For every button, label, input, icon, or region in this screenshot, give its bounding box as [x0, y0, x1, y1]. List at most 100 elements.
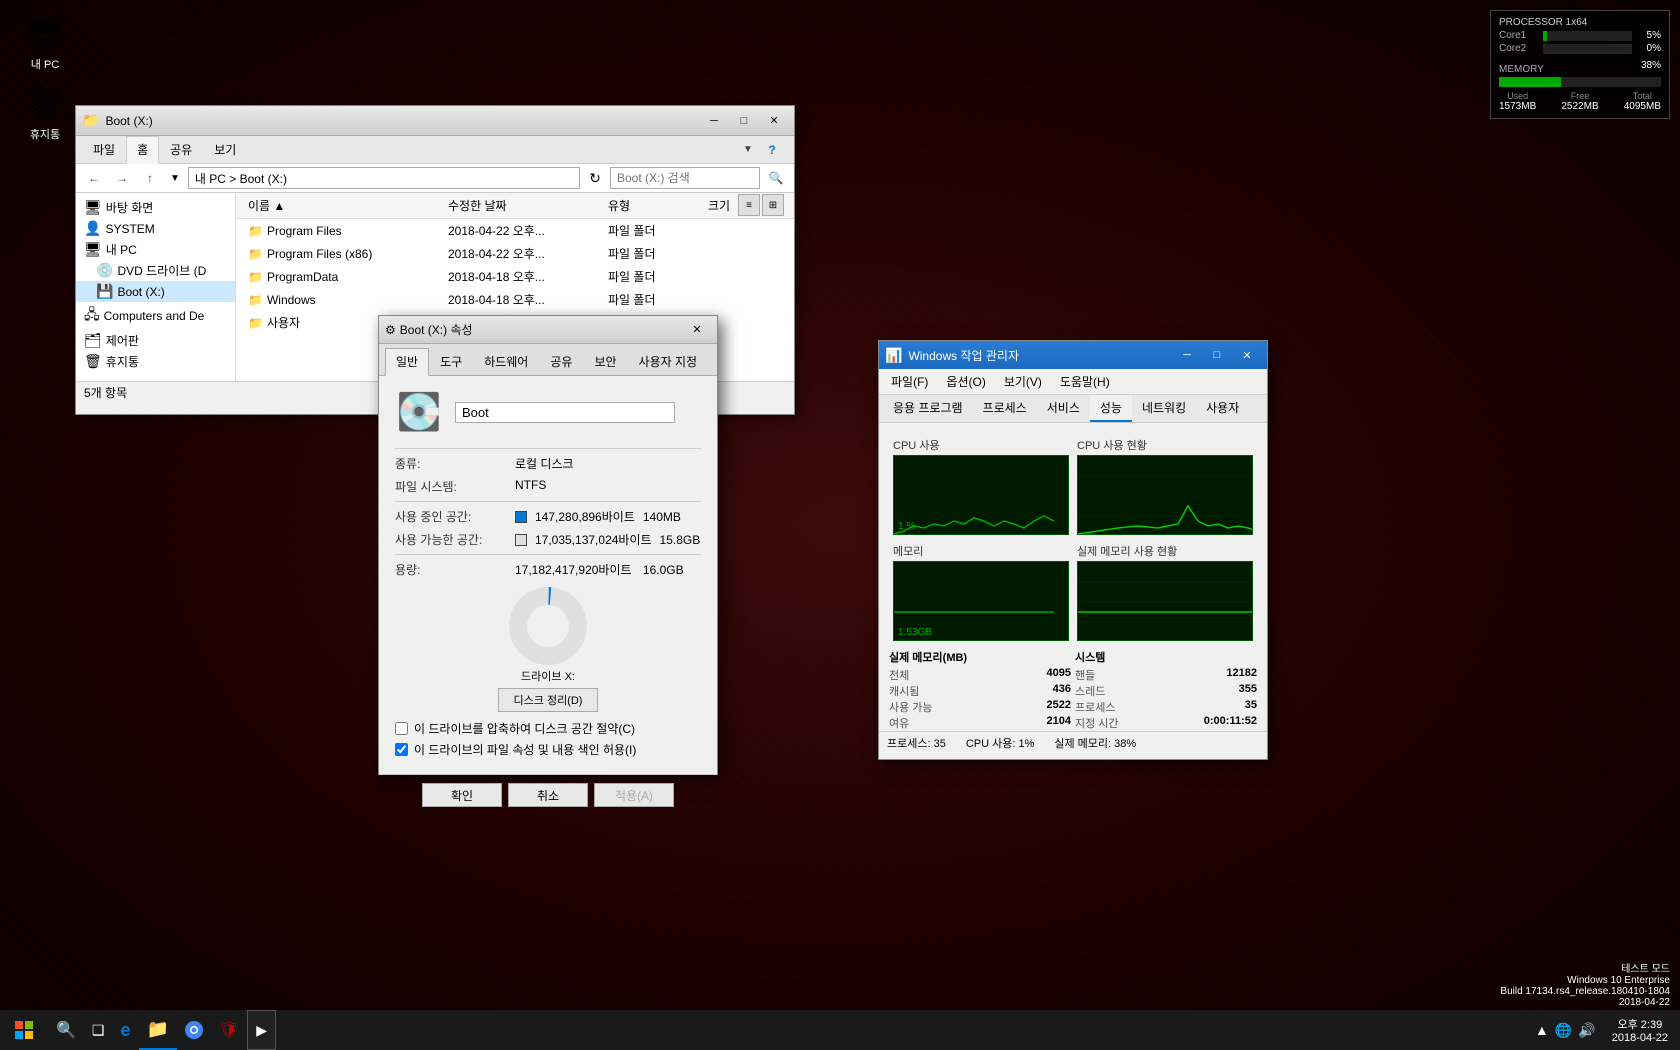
- help-btn[interactable]: ?: [760, 139, 784, 161]
- this-pc-icon: 🖥: [25, 14, 65, 54]
- prop-close-btn[interactable]: ✕: [683, 320, 711, 340]
- tab-apps[interactable]: 응용 프로그램: [883, 395, 973, 422]
- avail-row: 사용 가능 2522: [889, 699, 1071, 715]
- col-type: 유형: [604, 195, 704, 216]
- prop-tab-security[interactable]: 보안: [583, 348, 627, 375]
- prop-tab-hardware[interactable]: 하드웨어: [473, 348, 539, 375]
- proc-row: 프로세스 35: [1075, 699, 1257, 715]
- menu-options[interactable]: 옵션(O): [940, 371, 991, 392]
- avail-val: 2522: [1047, 699, 1071, 715]
- tab-home[interactable]: 홈: [126, 136, 159, 164]
- antivirus-taskbar[interactable]: 🛡: [211, 1010, 247, 1050]
- explorer-title-icon: 📁: [82, 112, 99, 129]
- search-input[interactable]: [610, 167, 760, 189]
- tab-services[interactable]: 서비스: [1037, 395, 1090, 422]
- sidebar-item-dvd[interactable]: 💿 DVD 드라이브 (D: [76, 260, 235, 281]
- up-btn[interactable]: ↑: [138, 167, 162, 189]
- sidebar-item-computers[interactable]: 🖧 Computers and De: [76, 302, 235, 330]
- fs-value: NTFS: [515, 478, 546, 492]
- perf-overlay: PROCESSOR 1x64 Core1 5% Core2 0% MEMORY …: [1490, 10, 1670, 119]
- capacity-bytes: 17,182,417,920바이트: [515, 563, 632, 577]
- compress-checkbox[interactable]: [395, 722, 408, 735]
- sidebar-item-system[interactable]: 👤 SYSTEM: [76, 218, 235, 239]
- file-row-programdata[interactable]: 📁ProgramData 2018-04-18 오후... 파일 폴더: [236, 265, 794, 288]
- prop-tab-share[interactable]: 공유: [539, 348, 583, 375]
- refresh-btn[interactable]: ↻: [584, 167, 606, 189]
- sidebar-item-this-pc[interactable]: 🖥 내 PC: [76, 239, 235, 260]
- ribbon-expand-btn[interactable]: ▼: [736, 139, 760, 161]
- sidebar-item-control[interactable]: 🗂 제어판: [76, 330, 235, 351]
- start-button[interactable]: [0, 1010, 48, 1050]
- col-date: 수정한 날짜: [444, 195, 604, 216]
- used-human: 140MB: [643, 510, 681, 524]
- prop-tab-tools[interactable]: 도구: [429, 348, 473, 375]
- taskman-icon: 📊: [885, 347, 902, 364]
- menu-file[interactable]: 파일(F): [885, 371, 934, 392]
- index-checkbox-row: 이 드라이브의 파일 속성 및 내용 색인 허용(I): [395, 741, 701, 758]
- drive-name-input[interactable]: [455, 402, 675, 423]
- sidebar-item-desktop[interactable]: 🖥 바탕 화면: [76, 197, 235, 218]
- sidebar-item-boot[interactable]: 💾 Boot (X:): [76, 281, 235, 302]
- taskman-close-btn[interactable]: ✕: [1233, 345, 1261, 365]
- index-checkbox[interactable]: [395, 743, 408, 756]
- taskview-btn[interactable]: ❑: [84, 1010, 113, 1050]
- build-info: 테스트 모드 Windows 10 Enterprise Build 17134…: [1500, 960, 1670, 1008]
- clock[interactable]: 오후 2:39 2018-04-22: [1612, 1016, 1668, 1044]
- forward-btn[interactable]: →: [110, 167, 134, 189]
- type-label: 종류:: [395, 455, 515, 472]
- volume-icon[interactable]: 🔊: [1578, 1022, 1595, 1039]
- edge-taskbar[interactable]: e: [112, 1010, 138, 1050]
- view-detail-btn[interactable]: ≡: [738, 194, 760, 216]
- taskman-minimize-btn[interactable]: ─: [1173, 345, 1201, 365]
- desktop-icon-this-pc[interactable]: 🖥 내 PC: [10, 10, 80, 76]
- cpu-history-svg: [1078, 456, 1252, 536]
- prop-apply-btn[interactable]: 적용(A): [594, 783, 674, 807]
- prop-cancel-btn[interactable]: 취소: [508, 783, 588, 807]
- tab-share[interactable]: 공유: [159, 136, 203, 163]
- capacity-label: 용량:: [395, 561, 515, 578]
- search-taskbar[interactable]: 🔍: [48, 1010, 84, 1050]
- disk-chart: 드라이브 X: 디스크 정리(D): [395, 586, 701, 712]
- tab-processes[interactable]: 프로세스: [973, 395, 1037, 422]
- sidebar-system-label: SYSTEM: [105, 222, 154, 236]
- sidebar-item-recycle[interactable]: 🗑 휴지통: [76, 351, 235, 372]
- explorer-sidebar: 🖥 바탕 화면 👤 SYSTEM 🖥 내 PC 💿 DVD 드라이브 (D 💾: [76, 193, 236, 381]
- explorer-close-btn[interactable]: ✕: [760, 111, 788, 131]
- tab-users[interactable]: 사용자: [1196, 395, 1249, 422]
- tray-arrow[interactable]: ▲: [1535, 1022, 1549, 1039]
- core2-label: Core2: [1499, 43, 1539, 54]
- explorer-taskbar[interactable]: 📁: [139, 1010, 177, 1050]
- explorer-minimize-btn[interactable]: ─: [700, 111, 728, 131]
- prop-tab-general[interactable]: 일반: [385, 348, 429, 376]
- prop-ok-btn[interactable]: 확인: [422, 783, 502, 807]
- tab-view[interactable]: 보기: [203, 136, 247, 163]
- tab-networking[interactable]: 네트워킹: [1132, 395, 1196, 422]
- cpu-history-graph: [1077, 455, 1253, 535]
- file-row-windows[interactable]: 📁Windows 2018-04-18 오후... 파일 폴더: [236, 288, 794, 311]
- search-btn[interactable]: 🔍: [764, 167, 788, 189]
- chrome-taskbar[interactable]: [177, 1010, 211, 1050]
- view-tile-btn[interactable]: ⊞: [762, 194, 784, 216]
- file-row-program-files[interactable]: 📁Program Files 2018-04-22 오후... 파일 폴더: [236, 219, 794, 242]
- desktop-icon-recycle[interactable]: 🗑 휴지통: [10, 80, 80, 146]
- cpu-usage-label: CPU 사용: [893, 437, 1069, 453]
- free-human: 15.8GB: [660, 533, 701, 547]
- tab-file[interactable]: 파일: [82, 136, 126, 163]
- menu-view[interactable]: 보기(V): [998, 371, 1048, 392]
- boot-sidebar-icon: 💾: [96, 283, 113, 300]
- disk-cleanup-btn[interactable]: 디스크 정리(D): [498, 688, 598, 712]
- address-input[interactable]: [188, 167, 580, 189]
- taskbar-right: ▲ 🌐 🔊 오후 2:39 2018-04-22: [1535, 1016, 1680, 1044]
- file-list-header[interactable]: 이름 ▲ 수정한 날짜 유형 크기: [236, 193, 794, 219]
- tab-performance[interactable]: 성능: [1090, 395, 1132, 422]
- core1-bar-fill: [1543, 31, 1547, 41]
- fs-row: 파일 시스템: NTFS: [395, 478, 701, 495]
- back-btn[interactable]: ←: [82, 167, 106, 189]
- item-count: 5개 항목: [84, 384, 127, 401]
- file-row-program-files-x86[interactable]: 📁Program Files (x86) 2018-04-22 오후... 파일…: [236, 242, 794, 265]
- taskman-maximize-btn[interactable]: □: [1203, 345, 1231, 365]
- explorer-maximize-btn[interactable]: □: [730, 111, 758, 131]
- menu-help[interactable]: 도움말(H): [1054, 371, 1116, 392]
- terminal-taskbar[interactable]: ▶: [247, 1010, 276, 1050]
- prop-tab-customize[interactable]: 사용자 지정: [628, 348, 709, 375]
